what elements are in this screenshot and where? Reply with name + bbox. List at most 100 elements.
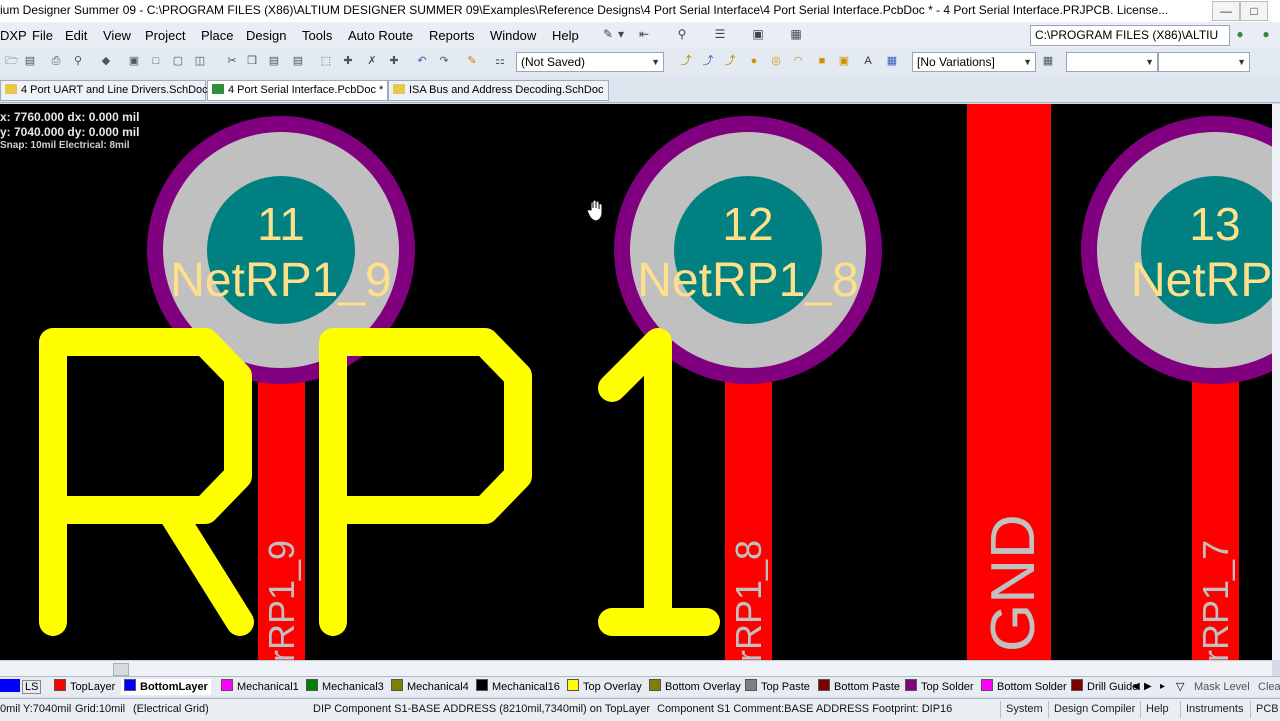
- route-icon[interactable]: ⤴: [678, 54, 694, 69]
- menu-view[interactable]: View: [103, 28, 131, 43]
- layer-tab-mechanical3[interactable]: Mechanical3: [306, 679, 384, 695]
- layer-tab-top-overlay[interactable]: Top Overlay: [567, 679, 642, 695]
- layer-stack-icon[interactable]: ◆: [98, 54, 114, 69]
- variant-manager-icon[interactable]: ▦: [1040, 54, 1056, 69]
- rubber-stamp-icon[interactable]: ▤: [290, 54, 306, 69]
- pcb-canvas[interactable]: 11 NetRP1_9 12 NetRP1_8 13 NetRP1 rRP1_9…: [0, 104, 1272, 660]
- open-folder-icon[interactable]: 🗁: [4, 54, 20, 69]
- deselect-icon[interactable]: ✗: [364, 54, 380, 69]
- zoom-selected-icon[interactable]: ▢: [170, 54, 186, 69]
- wand-icon[interactable]: ✎: [464, 54, 480, 69]
- menu-dxp[interactable]: DXP: [0, 28, 27, 43]
- menu-auto-route[interactable]: Auto Route: [348, 28, 413, 43]
- layer-tab-top-solder[interactable]: Top Solder: [905, 679, 974, 695]
- layout-icon[interactable]: ☰: [712, 27, 728, 41]
- print-icon[interactable]: ⎙: [48, 54, 64, 69]
- layer-tab-label: BottomLayer: [140, 681, 208, 693]
- panel-help-button[interactable]: Help: [1140, 701, 1174, 718]
- chevron-down-icon[interactable]: ▾: [616, 27, 626, 41]
- go-back-icon[interactable]: ●: [1258, 27, 1274, 41]
- layer-tab-label: Mechanical4: [407, 681, 469, 693]
- window-icon[interactable]: ▣: [750, 27, 766, 41]
- layer-tab-mechanical1[interactable]: Mechanical1: [221, 679, 299, 695]
- fill-icon[interactable]: ■: [814, 54, 830, 69]
- chevron-down-icon: ▼: [651, 57, 660, 67]
- redo-icon[interactable]: ↷: [436, 54, 452, 69]
- align-icon[interactable]: ⇤: [636, 27, 652, 41]
- layer-tab-mechanical16[interactable]: Mechanical16: [476, 679, 560, 695]
- wire-tool-icon[interactable]: ✎: [600, 27, 616, 41]
- scroll-right-icon[interactable]: ▶: [1144, 679, 1152, 695]
- select-area-icon[interactable]: ⬚: [318, 54, 334, 69]
- vertical-scrollbar[interactable]: [1272, 104, 1280, 660]
- polygon-icon[interactable]: ▣: [836, 54, 852, 69]
- arc-icon[interactable]: ◠: [790, 54, 806, 69]
- menu-design[interactable]: Design: [246, 28, 286, 43]
- tab-pcbdoc[interactable]: 4 Port Serial Interface.PcbDoc *: [207, 80, 388, 101]
- panel-design-compiler-button[interactable]: Design Compiler: [1048, 701, 1140, 718]
- print-preview-icon[interactable]: ⚲: [70, 54, 86, 69]
- move-icon[interactable]: ✚: [340, 54, 356, 69]
- filter-icon[interactable]: ▽: [1176, 679, 1184, 695]
- paste-icon[interactable]: ▤: [266, 54, 282, 69]
- component-icon[interactable]: ▦: [884, 54, 900, 69]
- inspect-icon[interactable]: ⚲: [674, 27, 690, 41]
- maximize-button[interactable]: □: [1240, 1, 1268, 21]
- pad-icon[interactable]: ●: [746, 54, 762, 69]
- menu-window[interactable]: Window: [490, 28, 536, 43]
- copy-icon[interactable]: ❐: [244, 54, 260, 69]
- layer-tab-drill-guide[interactable]: Drill Guide: [1071, 679, 1138, 695]
- browse-icon[interactable]: ⚏: [492, 54, 508, 69]
- menu-place[interactable]: Place: [201, 28, 234, 43]
- project-path-box[interactable]: C:\PROGRAM FILES (X86)\ALTIU: [1030, 25, 1230, 46]
- menu-reports[interactable]: Reports: [429, 28, 475, 43]
- menu-help[interactable]: Help: [552, 28, 579, 43]
- save-state-combo[interactable]: (Not Saved) ▼: [516, 52, 664, 72]
- layer-tab-bottom-overlay[interactable]: Bottom Overlay: [649, 679, 741, 695]
- via-icon[interactable]: ◎: [768, 54, 784, 69]
- scroll-left-icon[interactable]: ◀: [1132, 679, 1140, 695]
- mask-level-button[interactable]: Mask Level: [1194, 679, 1250, 695]
- cut-icon[interactable]: ✂: [224, 54, 240, 69]
- mask-combo[interactable]: ▼: [1158, 52, 1250, 72]
- panel-instruments-button[interactable]: Instruments: [1180, 701, 1248, 718]
- panel-pcb-button[interactable]: PCB: [1250, 701, 1280, 718]
- string-icon[interactable]: A: [860, 54, 876, 69]
- filter-icon[interactable]: ◫: [192, 54, 208, 69]
- snap-toggle-icon[interactable]: ▸: [1160, 679, 1165, 695]
- save-icon[interactable]: ▤: [22, 54, 38, 69]
- layer-tab-top-paste[interactable]: Top Paste: [745, 679, 810, 695]
- layer-tab-label: Top Solder: [921, 681, 974, 693]
- interactive-route-icon[interactable]: ⤴: [700, 54, 716, 69]
- hud-snap-readout: Snap: 10mil Electrical: 8mil: [0, 140, 130, 151]
- menu-file[interactable]: File: [32, 28, 53, 43]
- variations-combo[interactable]: [No Variations] ▼: [912, 52, 1036, 72]
- minimize-button[interactable]: —: [1212, 1, 1240, 21]
- zoom-fit-icon[interactable]: ▣: [126, 54, 142, 69]
- menu-tools[interactable]: Tools: [302, 28, 332, 43]
- layer-tab-label: Mechanical1: [237, 681, 299, 693]
- layer-tab-bottomlayer[interactable]: BottomLayer: [121, 679, 211, 695]
- cross-probe-icon[interactable]: ✚: [386, 54, 402, 69]
- zoom-area-icon[interactable]: □: [148, 54, 164, 69]
- layer-tab-mechanical4[interactable]: Mechanical4: [391, 679, 469, 695]
- filter-combo[interactable]: ▼: [1066, 52, 1158, 72]
- layer-tab-bottom-solder[interactable]: Bottom Solder: [981, 679, 1067, 695]
- clear-button[interactable]: Clea: [1258, 679, 1280, 695]
- layer-set-tab[interactable]: LS: [0, 679, 42, 695]
- menu-edit[interactable]: Edit: [65, 28, 87, 43]
- tab-schdoc-uart[interactable]: 4 Port UART and Line Drivers.SchDoc: [0, 80, 208, 101]
- tab-schdoc-isa[interactable]: ISA Bus and Address Decoding.SchDoc: [388, 80, 609, 101]
- go-forward-icon[interactable]: ●: [1232, 27, 1248, 41]
- diff-pair-icon[interactable]: ⤴: [722, 54, 738, 69]
- layer-color-swatch: [306, 679, 318, 691]
- panel-system-button[interactable]: System: [1000, 701, 1048, 718]
- horizontal-scrollbar[interactable]: [0, 660, 1272, 677]
- layer-tab-bottom-paste[interactable]: Bottom Paste: [818, 679, 900, 695]
- menu-project[interactable]: Project: [145, 28, 185, 43]
- grid-icon[interactable]: ▦: [788, 27, 804, 41]
- undo-icon[interactable]: ↶: [414, 54, 430, 69]
- horizontal-scroll-thumb[interactable]: [113, 663, 129, 676]
- schematic-icon: [5, 84, 17, 94]
- layer-tab-toplayer[interactable]: TopLayer: [54, 679, 115, 695]
